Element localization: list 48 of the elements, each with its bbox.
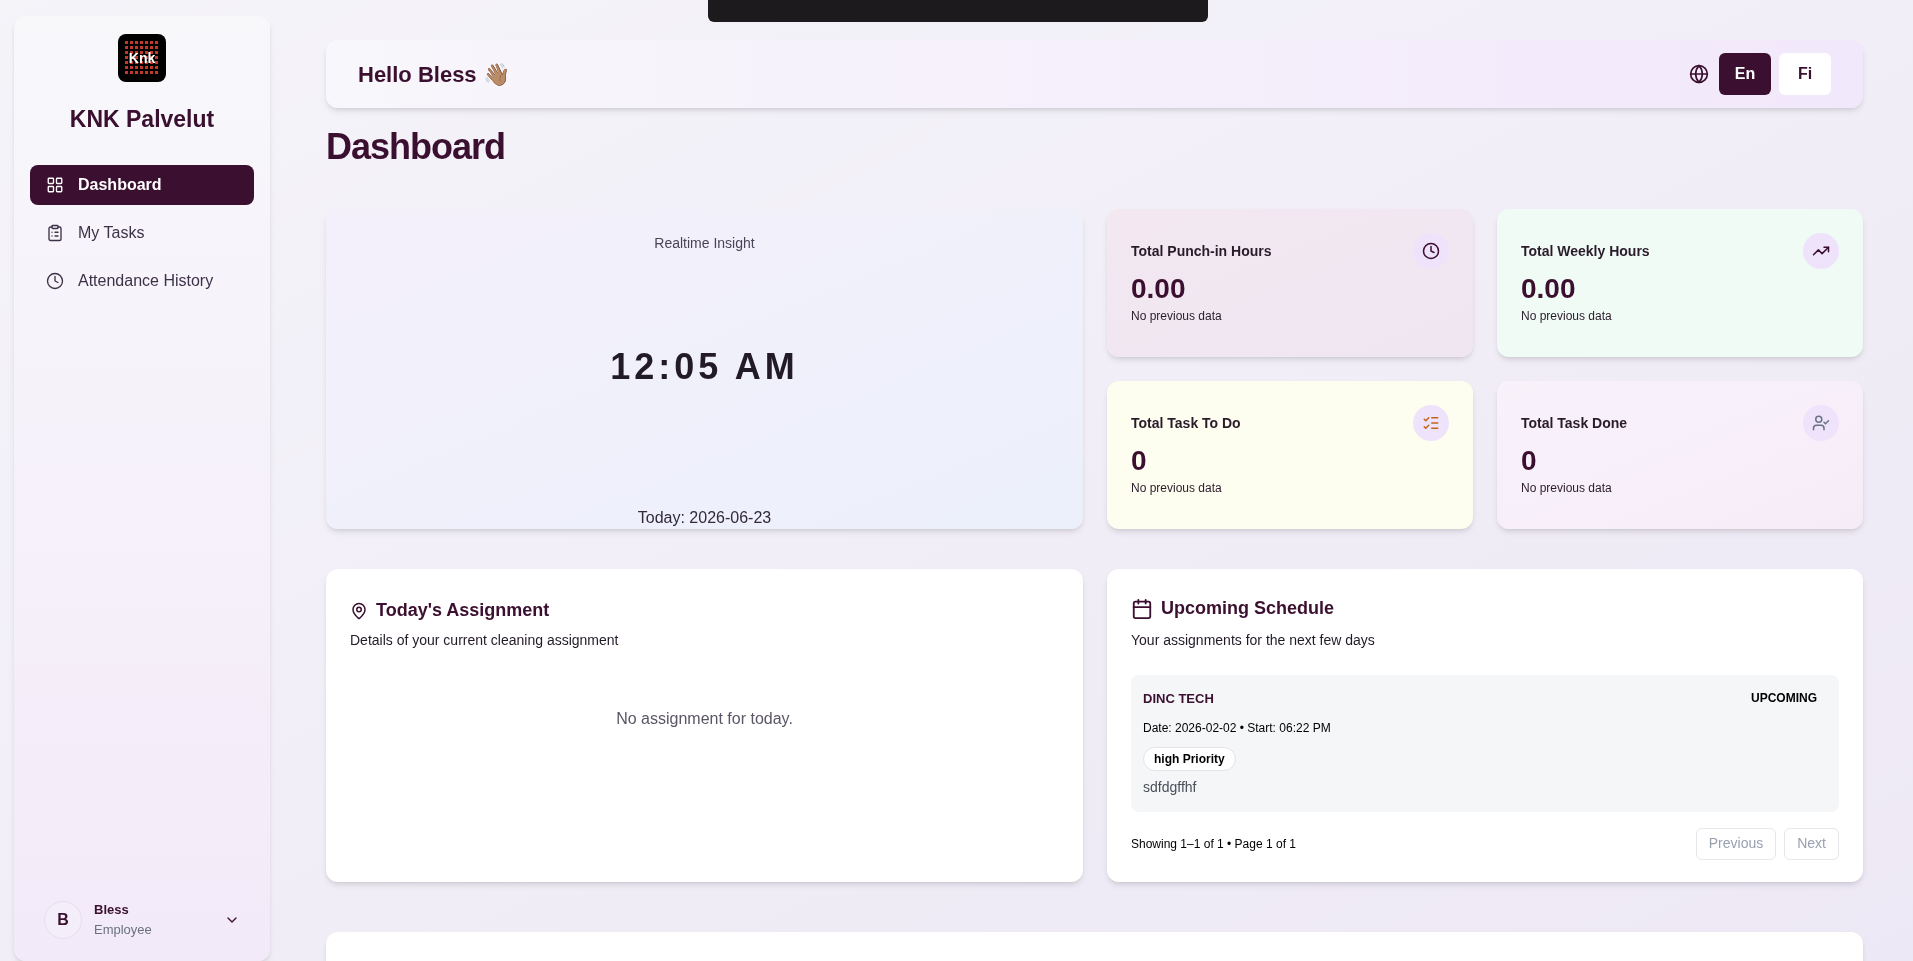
language-button[interactable]: En bbox=[1719, 53, 1771, 95]
logo-text: Knk bbox=[128, 49, 156, 68]
date-text: Today: 2026-06-23 bbox=[637, 508, 772, 528]
priority-tag: high Priority bbox=[1143, 746, 1236, 771]
checklist-icon bbox=[1413, 405, 1449, 441]
stat-note: No previous data bbox=[1131, 480, 1223, 497]
card-subtitle: Your assignments for the next few days bbox=[1131, 631, 1376, 650]
brand-name: KNK Palvelut bbox=[69, 105, 215, 134]
trend-up-icon bbox=[1803, 233, 1839, 269]
stat-title: Total Punch-in Hours bbox=[1131, 241, 1272, 261]
clipboard-icon bbox=[46, 223, 64, 242]
nav-item[interactable]: Dashboard bbox=[30, 164, 254, 205]
stat-note: No previous data bbox=[1521, 308, 1613, 325]
map-pin-icon bbox=[350, 601, 368, 620]
clock-time: 12:05 AM bbox=[610, 345, 799, 389]
user-check-icon bbox=[1803, 405, 1839, 441]
card-title: Upcoming Schedule bbox=[1161, 597, 1335, 620]
stat-value: 0 bbox=[1521, 444, 1538, 478]
stat-title: Total Weekly Hours bbox=[1521, 241, 1650, 261]
clock-icon bbox=[1413, 233, 1449, 269]
clock-icon bbox=[46, 271, 64, 290]
card-subtitle: Details of your current cleaning assignment bbox=[350, 631, 620, 650]
schedule-note: sdfdgffhf bbox=[1143, 777, 1198, 797]
stat-value: 0 bbox=[1131, 444, 1148, 478]
grid-icon bbox=[46, 175, 64, 194]
stat-note: No previous data bbox=[1131, 308, 1223, 325]
stat-title: Total Task Done bbox=[1521, 413, 1628, 433]
nav-item[interactable]: Attendance History bbox=[30, 260, 254, 301]
stat-note: No previous data bbox=[1521, 480, 1613, 497]
empty-message: No assignment for today. bbox=[616, 709, 793, 729]
client-name: DINC TECH bbox=[1143, 690, 1214, 708]
status-label: UPCOMING bbox=[1751, 690, 1817, 707]
nav-item[interactable]: My Tasks bbox=[30, 212, 254, 253]
stat-value: 0.00 bbox=[1131, 272, 1187, 306]
globe-icon bbox=[1689, 64, 1709, 84]
user-name: Bless bbox=[94, 901, 130, 919]
language-button[interactable]: Fi bbox=[1779, 53, 1831, 95]
user-role: Employee bbox=[94, 920, 152, 939]
avatar: B bbox=[44, 900, 82, 939]
pagination-info: Showing 1–1 of 1 • Page 1 of 1 bbox=[1131, 835, 1296, 853]
stat-title: Total Task To Do bbox=[1131, 413, 1241, 433]
stat-value: 0.00 bbox=[1521, 272, 1577, 306]
calendar-icon bbox=[1131, 597, 1153, 620]
card-label: Realtime Insight bbox=[654, 234, 755, 253]
card-title: Today's Assignment bbox=[376, 599, 550, 622]
greeting: Hello Bless 👋🏽 bbox=[358, 60, 510, 89]
page-title: Dashboard bbox=[326, 125, 507, 169]
schedule-details: Date: 2026-02-02 • Start: 06:22 PM bbox=[1143, 719, 1332, 737]
